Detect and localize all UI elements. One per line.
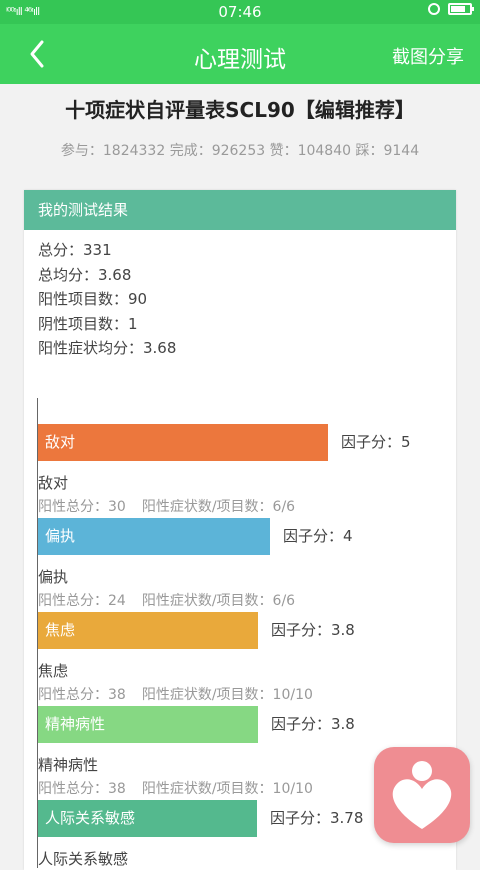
- result-card-header: 我的测试结果: [24, 190, 456, 230]
- factor-bar: 焦虑: [38, 612, 258, 649]
- factor-score-label: 因子分：5: [341, 433, 411, 451]
- factor-name: 焦虑: [38, 662, 69, 680]
- factor-score-label: 因子分：3.8: [271, 715, 355, 733]
- heart-person-icon: [392, 761, 452, 829]
- factor-name: 人际关系敏感: [38, 850, 129, 868]
- factor-bar: 敌对: [38, 424, 328, 461]
- factor-name: 敌对: [38, 474, 69, 492]
- nav-bar: 心理测试 截图分享: [0, 24, 480, 84]
- summary-positive-average: 阳性症状均分：3.68: [38, 339, 177, 357]
- factor-score-label: 因子分：3.8: [271, 621, 355, 639]
- factor-score-label: 因子分：3.78: [270, 809, 364, 827]
- summary-negative-count: 阴性项目数：1: [38, 314, 138, 333]
- factor-bar: 偏执: [38, 518, 270, 555]
- battery-icon: [448, 3, 474, 15]
- factor-row: 偏执 因子分：4 偏执 阳性总分：24 阳性症状数/项目数：6/6: [38, 492, 457, 609]
- summary-total-score: 总分：331: [38, 241, 112, 259]
- summary-positive-count: 阳性项目数：90: [38, 290, 148, 308]
- app-logo-badge[interactable]: [374, 747, 470, 843]
- factor-row: 敌对 因子分：5 敌对 阳性总分：30 阳性症状数/项目数：6/6: [38, 398, 457, 515]
- factor-score-label: 因子分：4: [283, 527, 353, 545]
- summary-average-score: 总均分：3.68: [38, 265, 132, 284]
- status-icons: [428, 3, 474, 15]
- factor-name: 偏执: [38, 568, 69, 586]
- status-time: 07:46: [218, 3, 262, 21]
- result-summary: 总分：331 总均分：3.68 阳性项目数：90 阴性项目数：1 阳性症状均分：…: [24, 230, 456, 361]
- test-title: 十项症状自评量表SCL90【编辑推荐】: [65, 98, 415, 122]
- factor-row: 焦虑 因子分：3.8 焦虑 阳性总分：38 阳性症状数/项目数：10/10: [38, 586, 457, 703]
- status-bar: ⁱ⁰⁰ᶦıll ⁴⁶ᶦıll 07:46: [0, 0, 480, 24]
- rotation-lock-icon: [428, 3, 440, 15]
- factor-bar: 精神病性: [38, 706, 258, 743]
- factor-bar: 人际关系敏感: [38, 800, 257, 837]
- test-stats: 参与：1824332 完成：926253 赞：104840 踩：9144: [60, 143, 420, 159]
- screenshot-share-button[interactable]: 截图分享: [392, 43, 464, 69]
- factor-name: 精神病性: [38, 756, 99, 774]
